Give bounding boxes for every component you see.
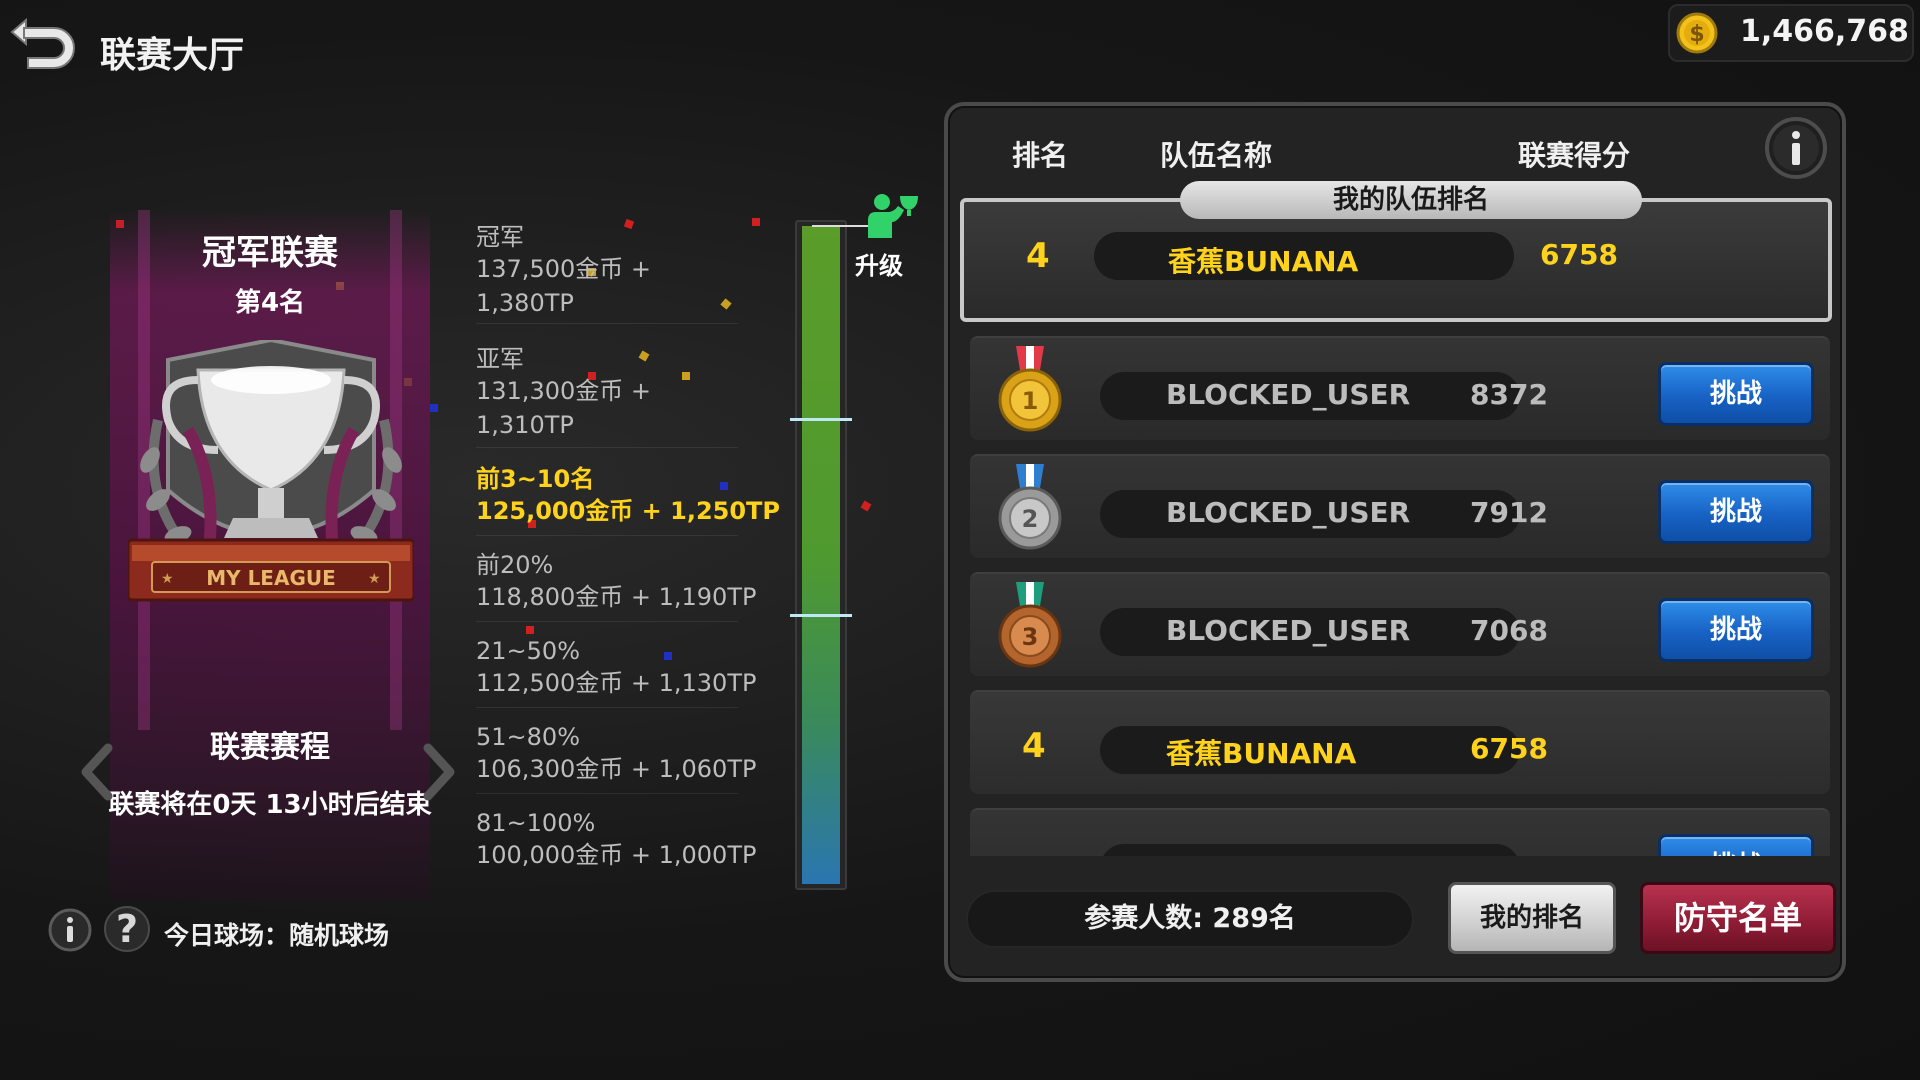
- ranking-row: 挑战: [970, 808, 1830, 856]
- svg-text:$: $: [1689, 22, 1704, 47]
- column-header-score: 联赛得分: [1518, 139, 1631, 172]
- back-button[interactable]: [6, 6, 84, 78]
- trophy-plate-text: MY LEAGUE: [206, 566, 336, 590]
- reward-amount: 131,300金币 +: [476, 377, 651, 405]
- league-name: 冠军联赛: [202, 233, 338, 273]
- gold-medal-icon: 1: [998, 346, 1062, 432]
- svg-text:★: ★: [161, 571, 174, 587]
- reward-amount: 1,380TP: [476, 289, 574, 317]
- today-field-label: 今日球场：随机球场: [164, 921, 390, 950]
- team-name: BLOCKED_USER: [1166, 614, 1411, 647]
- dollar-coin-icon: $: [1676, 12, 1718, 54]
- svg-text:?: ?: [116, 907, 138, 951]
- challenge-button[interactable]: 挑战: [1658, 362, 1814, 426]
- reward-tier: 21~50%: [476, 637, 580, 665]
- reward-amount: 100,000金币 + 1,000TP: [476, 841, 757, 869]
- ranking-list[interactable]: 1 BLOCKED_USER 8372 挑战 2 BLOCKED_USER 79…: [960, 328, 1832, 856]
- reward-list: 冠军 137,500金币 + 1,380TP 亚军 131,300金币 + 1,…: [476, 222, 781, 880]
- team-name: 香蕉BUNANA: [1168, 245, 1359, 278]
- page-title: 联赛大厅: [100, 35, 245, 76]
- my-team-rank-label: 我的队伍排名: [1180, 181, 1642, 219]
- reward-amount: 112,500金币 + 1,130TP: [476, 669, 757, 697]
- team-score: 7068: [1470, 614, 1548, 647]
- svg-text:1: 1: [1022, 387, 1039, 415]
- silver-medal-icon: 2: [998, 464, 1062, 550]
- svg-text:2: 2: [1022, 505, 1039, 533]
- reward-item: 前20% 118,800金币 + 1,190TP: [476, 536, 757, 622]
- schedule-countdown: 联赛将在0天 13小时后结束: [108, 790, 432, 820]
- team-score: 6758: [1470, 732, 1548, 765]
- team-name: 香蕉BUNANA: [1166, 737, 1357, 770]
- ranking-row-mine: 4 香蕉BUNANA 6758: [970, 690, 1830, 794]
- svg-text:3: 3: [1022, 623, 1039, 651]
- reward-amount: 1,310TP: [476, 411, 574, 439]
- help-icon[interactable]: ?: [104, 904, 150, 954]
- rank-number: 4: [1022, 726, 1046, 766]
- chevron-right-icon[interactable]: [418, 742, 458, 802]
- column-header-rank: 排名: [1012, 139, 1069, 172]
- reward-tier: 前20%: [476, 551, 554, 579]
- challenge-button[interactable]: 挑战: [1658, 480, 1814, 544]
- reward-item-current: 前3~10名 125,000金币 + 1,250TP: [476, 448, 781, 536]
- column-header-team: 队伍名称: [1160, 139, 1273, 172]
- participant-count: 参赛人数: 289名: [966, 890, 1414, 948]
- svg-text:★: ★: [368, 571, 381, 587]
- team-name: BLOCKED_USER: [1166, 378, 1411, 411]
- reward-tier: 前3~10名: [476, 465, 595, 493]
- defense-list-button[interactable]: 防守名单: [1640, 882, 1836, 954]
- coin-amount: 1,466,768: [1740, 14, 1909, 49]
- progress-fill: [802, 226, 840, 884]
- trophy-icon: ★ ★ MY LEAGUE: [128, 340, 414, 602]
- reward-amount: 125,000金币 + 1,250TP: [476, 497, 781, 525]
- schedule-title: 联赛赛程: [210, 730, 330, 765]
- challenge-button[interactable]: 挑战: [1658, 598, 1814, 662]
- team-name: BLOCKED_USER: [1166, 496, 1411, 529]
- reward-amount: 106,300金币 + 1,060TP: [476, 755, 757, 783]
- team-score: 8372: [1470, 378, 1548, 411]
- ranking-row: 2 BLOCKED_USER 7912 挑战: [970, 454, 1830, 558]
- reward-tier: 亚军: [476, 345, 524, 373]
- reward-amount: 118,800金币 + 1,190TP: [476, 583, 757, 611]
- team-score: 6758: [1540, 238, 1618, 271]
- reward-item: 81~100% 100,000金币 + 1,000TP: [476, 794, 757, 880]
- reward-amount: 137,500金币 +: [476, 255, 651, 283]
- promote-label: 升级: [855, 252, 903, 280]
- reward-item: 21~50% 112,500金币 + 1,130TP: [476, 622, 757, 708]
- progress-marker: [790, 418, 852, 421]
- ranking-row: 1 BLOCKED_USER 8372 挑战: [970, 336, 1830, 440]
- promote-trophy-icon: [868, 194, 918, 238]
- reward-tier: 81~100%: [476, 809, 596, 837]
- info-icon[interactable]: [48, 908, 92, 952]
- bronze-medal-icon: 3: [998, 582, 1062, 668]
- challenge-button[interactable]: 挑战: [1658, 834, 1814, 856]
- info-icon[interactable]: [1764, 116, 1828, 180]
- my-rank-button[interactable]: 我的排名: [1448, 882, 1616, 954]
- reward-item: 冠军 137,500金币 + 1,380TP: [476, 222, 738, 324]
- reward-item: 亚军 131,300金币 + 1,310TP: [476, 324, 738, 448]
- league-rank: 第4名: [234, 288, 306, 318]
- reward-item: 51~80% 106,300金币 + 1,060TP: [476, 708, 757, 794]
- back-arrow-icon: [10, 17, 75, 69]
- ranking-row: 3 BLOCKED_USER 7068 挑战: [970, 572, 1830, 676]
- team-score: 7912: [1470, 496, 1548, 529]
- progress-marker: [790, 614, 852, 617]
- name-pill: [1100, 844, 1520, 856]
- reward-tier: 冠军: [476, 223, 524, 251]
- reward-tier: 51~80%: [476, 723, 580, 751]
- rank-number: 4: [1026, 236, 1050, 276]
- chevron-left-icon[interactable]: [78, 742, 118, 802]
